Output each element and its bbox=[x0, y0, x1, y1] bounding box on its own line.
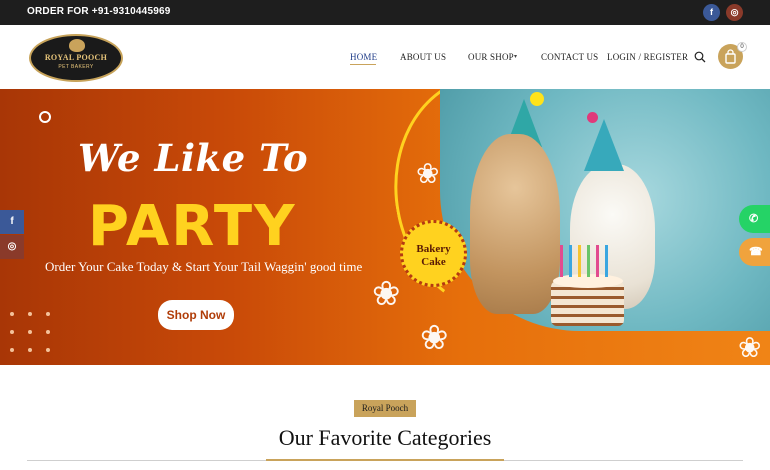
candle bbox=[605, 245, 608, 277]
decorative-ring bbox=[39, 111, 51, 123]
candle bbox=[569, 245, 572, 277]
dot bbox=[46, 348, 50, 352]
pompom-image bbox=[587, 112, 598, 123]
candle bbox=[578, 245, 581, 277]
site-header: ROYAL POOCH PET BAKERY HOME ABOUT US OUR… bbox=[0, 25, 770, 89]
hero-script-headline: We Like To bbox=[78, 136, 309, 180]
hero-banner: We Like To PARTY Order Your Cake Today &… bbox=[0, 89, 770, 365]
divider-accent bbox=[266, 459, 504, 461]
logo-tagline: PET BAKERY bbox=[58, 64, 94, 70]
nav-about-us[interactable]: ABOUT US bbox=[400, 52, 446, 62]
shop-now-button[interactable]: Shop Now bbox=[158, 300, 234, 330]
party-hat-image bbox=[584, 119, 624, 171]
dot bbox=[10, 330, 14, 334]
nav-contact-us[interactable]: CONTACT US bbox=[541, 52, 598, 62]
phone-icon[interactable]: ☎ bbox=[739, 238, 770, 266]
hero-subtext: Order Your Cake Today & Start Your Tail … bbox=[45, 259, 363, 274]
dot bbox=[46, 312, 50, 316]
paw-print-icon: ❀ bbox=[372, 275, 401, 313]
hero-big-headline: PARTY bbox=[88, 194, 297, 259]
dot bbox=[28, 348, 32, 352]
bakery-cake-badge: Bakery Cake bbox=[400, 220, 467, 287]
dot bbox=[10, 348, 14, 352]
instagram-icon[interactable]: ◎ bbox=[726, 4, 743, 21]
nav-home[interactable]: HOME bbox=[350, 52, 377, 62]
cart-count-badge: 0 bbox=[737, 42, 747, 52]
nav-login-register[interactable]: LOGIN / REGISTER bbox=[607, 52, 688, 62]
candle bbox=[560, 245, 563, 277]
active-nav-underline bbox=[350, 64, 376, 65]
nav-our-shop[interactable]: OUR SHOP bbox=[468, 52, 514, 62]
side-facebook-icon[interactable]: f bbox=[0, 210, 24, 234]
dot bbox=[10, 312, 14, 316]
chevron-down-icon: ▾ bbox=[514, 54, 518, 60]
paw-print-icon: ❀ bbox=[738, 332, 762, 363]
whatsapp-icon[interactable]: ✆ bbox=[739, 205, 770, 233]
dot bbox=[46, 330, 50, 334]
badge-line-1: Bakery bbox=[416, 243, 451, 255]
paw-print-icon: ❀ bbox=[420, 319, 449, 357]
golden-dog-image bbox=[470, 134, 560, 314]
badge-line-2: Cake bbox=[421, 256, 446, 268]
top-bar: ORDER FOR +91-9310445969 f ◎ bbox=[0, 0, 770, 25]
search-icon[interactable] bbox=[694, 51, 706, 63]
section-tag: Royal Pooch bbox=[354, 400, 416, 417]
royal-pooch-logo[interactable]: ROYAL POOCH PET BAKERY bbox=[29, 34, 123, 82]
dog-crest-icon bbox=[69, 39, 85, 52]
candle bbox=[596, 245, 599, 277]
facebook-icon[interactable]: f bbox=[703, 4, 720, 21]
dot bbox=[28, 312, 32, 316]
order-phone-text[interactable]: ORDER FOR +91-9310445969 bbox=[27, 6, 171, 17]
logo-name: ROYAL POOCH bbox=[44, 53, 108, 62]
paw-print-icon: ❀ bbox=[416, 158, 440, 189]
dot bbox=[28, 330, 32, 334]
section-title: Our Favorite Categories bbox=[278, 425, 492, 450]
side-instagram-icon[interactable]: ◎ bbox=[0, 235, 24, 259]
candle bbox=[587, 245, 590, 277]
pompom-image bbox=[530, 92, 544, 106]
